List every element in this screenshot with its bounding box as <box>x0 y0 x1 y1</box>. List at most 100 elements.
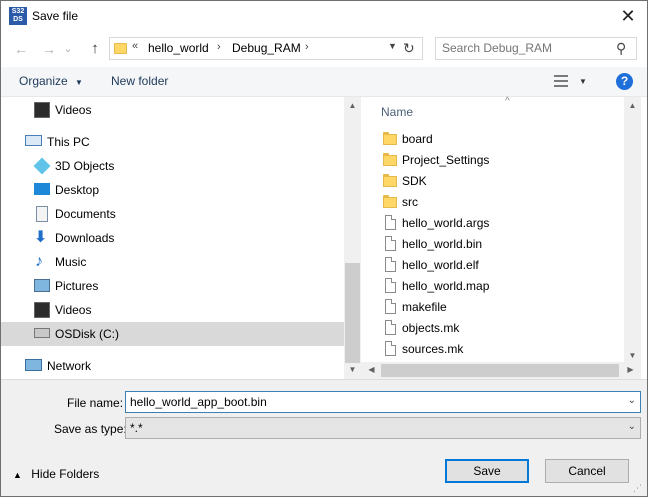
nav-item-label: Network <box>47 359 92 373</box>
organize-button[interactable]: Organize ▼ <box>19 74 83 88</box>
column-header-name[interactable]: Name <box>381 105 413 119</box>
organize-label: Organize <box>19 74 68 88</box>
scroll-up-icon[interactable]: ▲ <box>344 101 361 110</box>
file-row-folder[interactable]: Project_Settings <box>361 150 631 171</box>
breadcrumb-debug-ram[interactable]: Debug_RAM <box>232 41 301 55</box>
recent-locations-button[interactable]: ⌄ <box>61 40 75 58</box>
file-name: objects.mk <box>402 321 460 335</box>
nav-item-label: OSDisk (C:) <box>55 327 119 341</box>
nav-item-downloads[interactable]: ⬇ Downloads <box>1 226 344 250</box>
file-name-combobox[interactable]: ⌄ <box>125 391 641 413</box>
file-row-file[interactable]: hello_world.bin <box>361 234 631 255</box>
chevron-up-icon: ▲ <box>13 470 22 480</box>
file-row-file[interactable]: objects.mk <box>361 318 631 339</box>
file-row-file[interactable]: hello_world.elf <box>361 255 631 276</box>
file-row-folder[interactable]: board <box>361 129 631 150</box>
forward-arrow-icon: → <box>42 41 56 57</box>
file-list-horizontal-scrollbar[interactable]: ◀ ▶ <box>361 362 641 379</box>
search-box[interactable]: ⚲ <box>435 37 637 60</box>
computer-icon <box>25 135 42 146</box>
nav-item-music[interactable]: ♪ Music <box>1 250 344 274</box>
save-button[interactable]: Save <box>445 459 529 483</box>
title-bar: S32 DS Save file ✕ <box>1 1 647 32</box>
nav-item-videos-quick[interactable]: Videos <box>1 98 344 122</box>
file-list-vertical-scrollbar[interactable]: ▲ ▼ <box>624 97 641 365</box>
close-button[interactable]: ✕ <box>611 3 645 29</box>
nav-item-pictures[interactable]: Pictures <box>1 274 344 298</box>
file-row-file[interactable]: sources.mk <box>361 339 631 360</box>
nav-item-label: Videos <box>55 303 92 317</box>
file-icon <box>385 278 396 293</box>
nav-item-label: Videos <box>55 103 92 117</box>
resize-grip-icon[interactable]: ⋰ <box>633 483 642 494</box>
documents-icon <box>36 206 48 222</box>
breadcrumb-separator[interactable]: › <box>217 41 221 53</box>
file-name: hello_world.args <box>402 216 490 230</box>
scrollbar-thumb[interactable] <box>345 263 360 363</box>
save-file-dialog: S32 DS Save file ✕ ← → ⌄ ↑ « hello_world… <box>0 0 648 497</box>
scroll-down-icon[interactable]: ▼ <box>344 365 361 374</box>
app-icon-text-bottom: DS <box>13 16 23 23</box>
3d-objects-icon <box>33 157 51 175</box>
nav-item-3d-objects[interactable]: 3D Objects <box>1 154 344 178</box>
nav-item-label: This PC <box>47 135 90 149</box>
refresh-icon[interactable]: ↻ <box>403 40 415 57</box>
nav-item-documents[interactable]: Documents <box>1 202 344 226</box>
forward-button[interactable]: → <box>39 40 59 58</box>
scroll-right-icon[interactable]: ▶ <box>622 365 639 374</box>
address-dropdown-icon[interactable]: ▼ <box>388 41 397 51</box>
help-icon[interactable]: ? <box>616 73 633 90</box>
scroll-up-icon[interactable]: ▲ <box>624 101 641 110</box>
back-arrow-icon: ← <box>14 41 28 57</box>
hide-folders-button[interactable]: ▲ Hide Folders <box>13 467 99 481</box>
file-icon <box>385 299 396 314</box>
folder-icon <box>383 153 397 167</box>
file-row-folder[interactable]: src <box>361 192 631 213</box>
nav-item-osdisk[interactable]: OSDisk (C:) <box>1 322 344 346</box>
breadcrumb-hello-world[interactable]: hello_world <box>148 41 209 55</box>
scroll-down-icon[interactable]: ▼ <box>624 351 641 360</box>
view-dropdown-icon[interactable]: ▼ <box>579 77 587 86</box>
file-name: makefile <box>402 300 447 314</box>
up-arrow-icon: ↑ <box>91 40 99 57</box>
search-icon[interactable]: ⚲ <box>616 40 626 57</box>
nav-item-label: Documents <box>55 207 116 221</box>
save-as-type-select[interactable]: *.* ⌄ <box>125 417 641 439</box>
hide-folders-label: Hide Folders <box>31 467 100 481</box>
nav-item-label: Downloads <box>55 231 115 245</box>
file-row-folder[interactable]: SDK <box>361 171 631 192</box>
search-input[interactable] <box>442 41 612 55</box>
nav-item-desktop[interactable]: Desktop <box>1 178 344 202</box>
breadcrumb-separator[interactable]: › <box>305 41 309 53</box>
file-name: hello_world.bin <box>402 237 483 251</box>
file-row-file[interactable]: hello_world.args <box>361 213 631 234</box>
chevron-down-icon[interactable]: ⌄ <box>628 395 636 406</box>
address-overflow[interactable]: « <box>132 40 138 52</box>
back-button[interactable]: ← <box>11 40 31 58</box>
cancel-button[interactable]: Cancel <box>545 459 629 483</box>
videos-icon <box>34 302 50 318</box>
file-name: board <box>402 132 433 146</box>
file-row-file[interactable]: hello_world.map <box>361 276 631 297</box>
navigation-pane-scrollbar[interactable]: ▲ ▼ <box>344 97 361 379</box>
file-row-file[interactable]: makefile <box>361 297 631 318</box>
nav-item-label: Desktop <box>55 183 100 197</box>
file-name: hello_world.map <box>402 279 490 293</box>
network-icon <box>25 359 42 371</box>
view-options-icon[interactable] <box>554 74 568 88</box>
new-folder-button[interactable]: New folder <box>111 74 168 88</box>
scrollbar-thumb[interactable] <box>381 364 619 377</box>
file-name: Project_Settings <box>402 153 490 167</box>
file-name: SDK <box>402 174 427 188</box>
sort-ascending-icon: ^ <box>505 96 510 107</box>
scroll-left-icon[interactable]: ◀ <box>363 365 380 374</box>
up-button[interactable]: ↑ <box>85 40 105 58</box>
downloads-icon: ⬇ <box>34 229 48 246</box>
file-name-input[interactable] <box>130 395 610 409</box>
file-name: sources.mk <box>402 342 464 356</box>
nav-item-network[interactable]: Network <box>1 354 344 378</box>
file-name: hello_world.elf <box>402 258 479 272</box>
nav-item-this-pc[interactable]: This PC <box>1 130 344 154</box>
address-bar[interactable]: « hello_world › Debug_RAM › ▼ ↻ <box>109 37 423 60</box>
nav-item-videos[interactable]: Videos <box>1 298 344 322</box>
